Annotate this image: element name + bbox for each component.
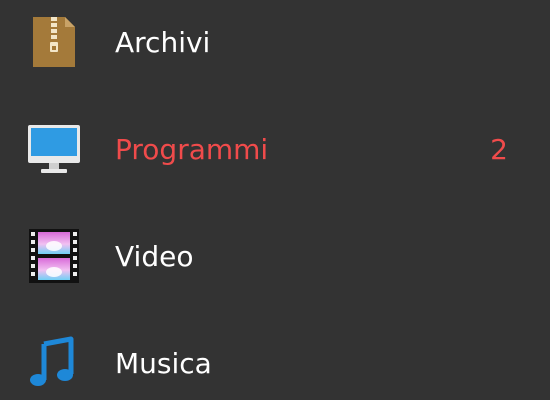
category-item-programmi[interactable]: Programmi 2 (0, 96, 550, 203)
category-label-archivi: Archivi (115, 26, 211, 59)
film-strip-icon (27, 229, 81, 283)
category-label-programmi: Programmi (115, 133, 269, 166)
music-note-icon (27, 336, 81, 390)
category-list: Archivi Programmi 2 Video Musica (0, 0, 550, 400)
category-item-video[interactable]: Video (0, 203, 550, 310)
computer-monitor-icon (27, 122, 81, 176)
category-label-musica: Musica (115, 347, 212, 380)
zip-archive-icon (27, 15, 81, 69)
category-count-badge: 2 (490, 133, 508, 166)
category-item-archivi[interactable]: Archivi (0, 0, 550, 96)
category-label-video: Video (115, 240, 194, 273)
category-item-musica[interactable]: Musica (0, 310, 550, 400)
